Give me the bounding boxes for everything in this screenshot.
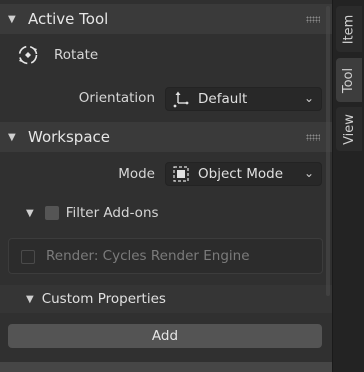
- chevron-down-icon: ⌄: [303, 166, 314, 180]
- orientation-value: Default: [198, 91, 248, 107]
- custom-properties-title: Custom Properties: [41, 291, 166, 307]
- tab-item[interactable]: Item: [336, 6, 362, 52]
- object-mode-icon: [173, 166, 189, 182]
- filter-addons-checkbox[interactable]: [44, 206, 59, 220]
- tab-item-label: Item: [341, 14, 357, 44]
- active-tool-row: Rotate: [0, 42, 332, 68]
- bottom-scroll-area: [0, 362, 332, 372]
- chevron-down-icon: ⌄: [303, 91, 314, 105]
- mode-label: Mode: [118, 166, 155, 182]
- collapse-triangle-icon: ▼: [8, 131, 16, 143]
- tab-view[interactable]: View: [336, 107, 362, 151]
- tab-view-label: View: [341, 113, 357, 145]
- render-engine-checkbox[interactable]: [21, 250, 35, 264]
- filter-addons-label: Filter Add-ons: [65, 205, 159, 221]
- drag-handle-icon[interactable]: [306, 134, 320, 141]
- add-property-button[interactable]: Add: [8, 324, 322, 348]
- active-tool-title: Active Tool: [28, 10, 109, 28]
- collapse-triangle-icon: ▼: [26, 293, 34, 305]
- tab-tool[interactable]: Tool: [336, 58, 362, 102]
- custom-properties-header[interactable]: ▼ Custom Properties: [0, 285, 332, 313]
- tool-name: Rotate: [54, 47, 99, 63]
- workspace-header[interactable]: ▼ Workspace: [0, 122, 332, 152]
- orientation-dropdown[interactable]: Default ⌄: [165, 87, 322, 111]
- tab-tool-label: Tool: [341, 67, 357, 93]
- rotate-tool-icon[interactable]: [14, 42, 42, 68]
- sidebar-panel: ▼ Active Tool Rotate Orientation Default…: [0, 0, 332, 372]
- collapse-triangle-icon: ▼: [8, 13, 16, 25]
- render-engine-label: Render: Cycles Render Engine: [46, 248, 250, 264]
- workspace-title: Workspace: [28, 128, 110, 146]
- expand-triangle-icon: ▼: [26, 207, 34, 219]
- drag-handle-icon[interactable]: [306, 16, 320, 23]
- transform-gizmo-icon: [173, 91, 189, 108]
- render-engine-box: Render: Cycles Render Engine: [8, 238, 323, 274]
- sidebar-tab-strip: Item Tool View: [332, 0, 364, 372]
- panel-scrollbar[interactable]: [326, 6, 330, 296]
- filter-addons-row[interactable]: ▼ Filter Add-ons: [0, 203, 332, 223]
- orientation-label: Orientation: [78, 90, 155, 106]
- mode-dropdown[interactable]: Object Mode ⌄: [165, 162, 322, 186]
- active-tool-header[interactable]: ▼ Active Tool: [0, 4, 332, 34]
- mode-value: Object Mode: [198, 166, 284, 182]
